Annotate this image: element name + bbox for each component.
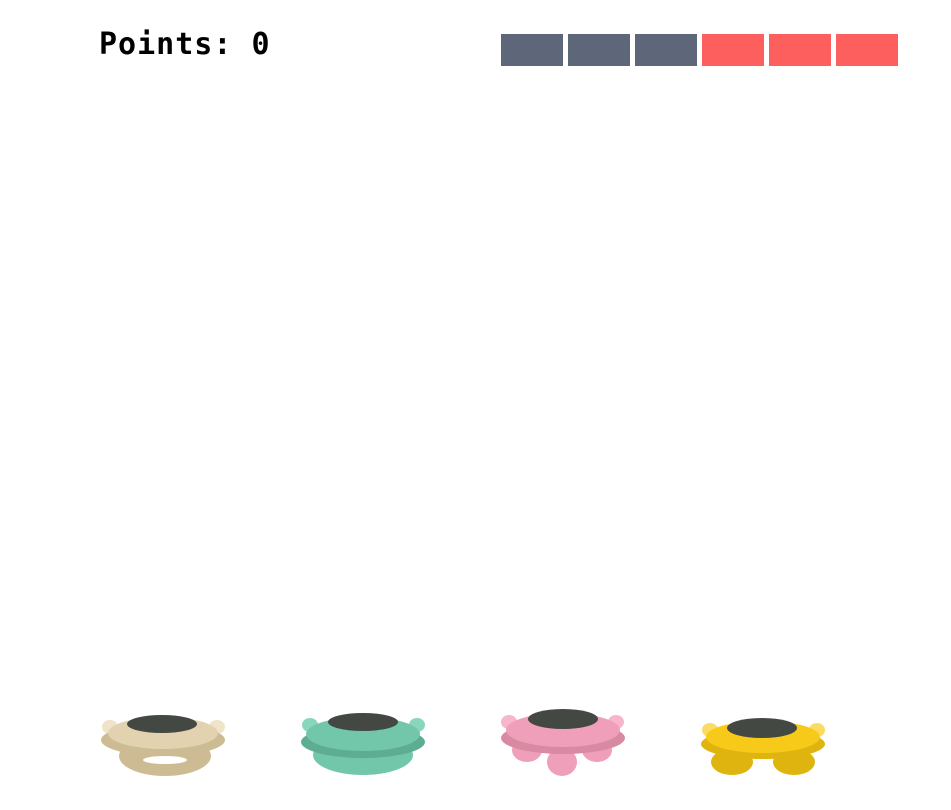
lives-bar (501, 34, 898, 66)
creature-tan-icon (101, 715, 225, 776)
creature-pink-icon (501, 709, 625, 776)
life-slot (702, 34, 764, 66)
life-slot (568, 34, 630, 66)
playfield (0, 80, 951, 700)
creature-tan[interactable] (100, 700, 230, 780)
creature-yellow-icon (701, 718, 825, 775)
points-display: Points: 0 (99, 26, 271, 64)
creature-green-icon (301, 713, 425, 775)
life-slot (769, 34, 831, 66)
creature-pink[interactable] (500, 700, 630, 780)
life-slot (635, 34, 697, 66)
points-value: 0 (251, 27, 271, 62)
points-label: Points: (99, 27, 233, 62)
life-slot (836, 34, 898, 66)
creature-yellow[interactable] (700, 700, 830, 780)
creature-green[interactable] (300, 700, 430, 780)
life-slot (501, 34, 563, 66)
